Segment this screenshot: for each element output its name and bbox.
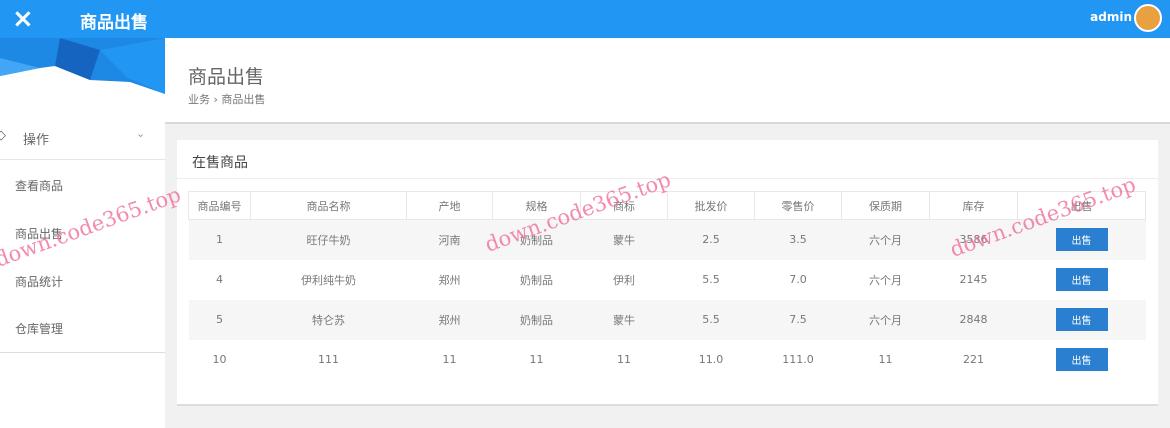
avatar[interactable] bbox=[1134, 4, 1162, 32]
table-cell: 1 bbox=[216, 233, 223, 247]
page-header: 商品出售 业务 › 商品出售 bbox=[165, 38, 1170, 124]
sidebar-item-stats[interactable]: 商品统计 bbox=[0, 257, 165, 305]
sidebar-banner bbox=[0, 38, 165, 94]
table-cell: 伊利 bbox=[613, 273, 635, 287]
table-cell: 5.5 bbox=[702, 273, 720, 286]
action-cell: 出售 bbox=[1018, 300, 1146, 340]
column-header: 产地 bbox=[406, 191, 493, 220]
column-header: 库存 bbox=[929, 191, 1018, 220]
table-cell: 7.5 bbox=[789, 313, 807, 326]
table-cell: 3.5 bbox=[789, 233, 807, 247]
divider bbox=[0, 352, 165, 353]
table-cell: 11 bbox=[617, 353, 631, 366]
sell-button[interactable]: 出售 bbox=[1055, 308, 1108, 331]
table-cell: 111 bbox=[318, 353, 339, 366]
table-cell: 5 bbox=[216, 313, 223, 326]
table-cell: 奶制品 bbox=[520, 273, 553, 287]
table-cell: 2.5 bbox=[702, 233, 720, 247]
sidebar-item-sell[interactable]: 商品出售 bbox=[0, 209, 165, 257]
table-cell: 11 bbox=[442, 353, 457, 366]
table-cell: 10 bbox=[212, 353, 227, 366]
column-header: 零售价 bbox=[754, 191, 842, 220]
column-header: 保质期 bbox=[841, 191, 930, 220]
table-cell: 蒙牛 bbox=[613, 233, 635, 247]
sidebar: ◇ 操作 ⌄ 查看商品 商品出售 商品统计 仓库管理 bbox=[0, 38, 165, 428]
products-table: 商品编号 商品名称 产地 规格 商标 批发价 零售价 保质期 库存 出售 1 旺仔牛奶 河南 奶制品 蒙牛… bbox=[188, 191, 1146, 380]
table-row: 5 特仑苏 郑州 奶制品 蒙牛 5.5 7.5 六个月 2848 出售 bbox=[188, 299, 1146, 340]
top-bar: × 商品出售 admin bbox=[0, 0, 1170, 38]
sell-button[interactable]: 出售 bbox=[1055, 228, 1108, 252]
table-cell: 3586 bbox=[959, 233, 988, 247]
sidebar-item-view[interactable]: 查看商品 bbox=[0, 161, 165, 209]
table-cell: 7.0 bbox=[789, 273, 807, 286]
username[interactable]: admin bbox=[1090, 10, 1132, 24]
table-cell: 2145 bbox=[959, 273, 988, 286]
column-header: 规格 bbox=[492, 191, 581, 220]
table-cell: 4 bbox=[216, 273, 223, 286]
action-cell: 出售 bbox=[1018, 260, 1146, 300]
sidebar-item-warehouse[interactable]: 仓库管理 bbox=[0, 304, 165, 352]
menu-label: 操作 bbox=[23, 133, 50, 148]
table-cell: 特仑苏 bbox=[312, 313, 345, 327]
sidebar-menu-operations[interactable]: ◇ 操作 ⌄ bbox=[0, 122, 165, 160]
table-cell: 221 bbox=[963, 353, 984, 366]
close-icon[interactable]: × bbox=[12, 4, 34, 34]
table-cell: 旺仔牛奶 bbox=[306, 233, 351, 247]
table-cell: 郑州 bbox=[438, 313, 461, 327]
diamond-icon: ◇ bbox=[0, 128, 6, 143]
chevron-down-icon: ⌄ bbox=[136, 127, 146, 140]
table-cell: 六个月 bbox=[869, 313, 902, 327]
column-header: 商品编号 bbox=[188, 191, 251, 220]
table-row: 10 111 11 11 11 11.0 111.0 11 221 出售 bbox=[189, 340, 1146, 380]
action-cell: 出售 bbox=[1018, 220, 1146, 260]
table-cell: 11 bbox=[878, 353, 893, 366]
divider bbox=[177, 178, 1158, 179]
column-header: 商标 bbox=[580, 191, 668, 220]
app-title: 商品出售 bbox=[80, 13, 148, 33]
card-title: 在售商品 bbox=[192, 155, 248, 171]
sell-button[interactable]: 出售 bbox=[1055, 348, 1108, 371]
table-cell: 伊利纯牛奶 bbox=[301, 273, 356, 287]
table-cell: 六个月 bbox=[869, 273, 902, 287]
column-header: 批发价 bbox=[667, 191, 755, 220]
table-cell: 11.0 bbox=[698, 353, 724, 366]
table-cell: 2848 bbox=[959, 313, 988, 326]
column-header: 商品名称 bbox=[250, 191, 407, 220]
page-title: 商品出售 bbox=[188, 66, 265, 88]
table-cell: 河南 bbox=[438, 233, 461, 247]
table-row: 4 伊利纯牛奶 郑州 奶制品 伊利 5.5 7.0 六个月 2145 出售 bbox=[189, 260, 1146, 300]
column-header: 出售 bbox=[1017, 191, 1146, 220]
table-cell: 郑州 bbox=[438, 273, 461, 287]
action-cell: 出售 bbox=[1018, 340, 1146, 380]
table-cell: 六个月 bbox=[869, 233, 902, 247]
table-cell: 奶制品 bbox=[520, 233, 553, 247]
breadcrumb[interactable]: 业务 › 商品出售 bbox=[188, 91, 265, 107]
table-row: 1 旺仔牛奶 河南 奶制品 蒙牛 2.5 3.5 六个月 3586 出售 bbox=[188, 219, 1146, 260]
products-card: 在售商品 商品编号 商品名称 产地 规格 商标 批发价 零售价 保质期 库存 出售 1 旺仔牛奶 河南… bbox=[177, 140, 1158, 406]
table-cell: 奶制品 bbox=[520, 313, 553, 327]
table-cell: 111.0 bbox=[782, 353, 814, 366]
sell-button[interactable]: 出售 bbox=[1055, 268, 1108, 291]
table-cell: 5.5 bbox=[702, 313, 720, 326]
table-cell: 蒙牛 bbox=[613, 313, 635, 327]
table-cell: 11 bbox=[529, 353, 544, 366]
